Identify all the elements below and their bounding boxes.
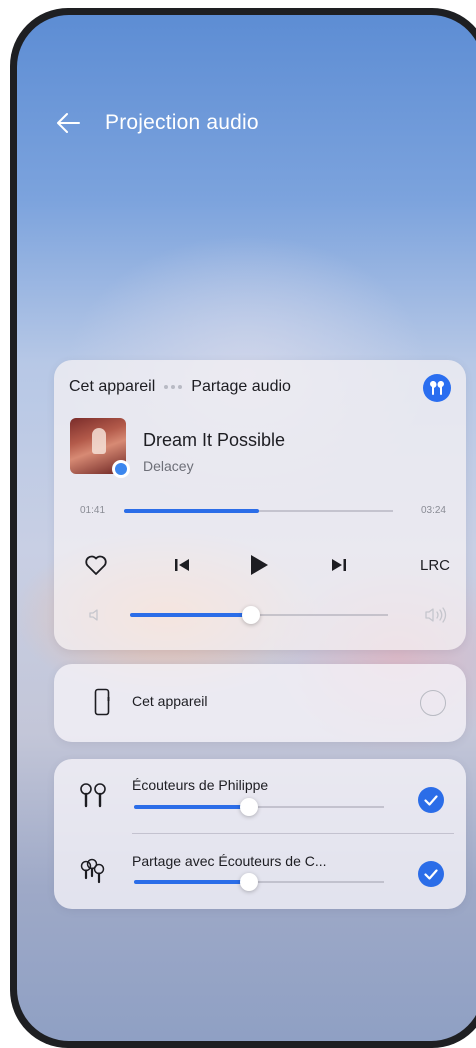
playback-controls: LRC [54, 550, 466, 580]
checkmark-icon[interactable] [418, 861, 444, 887]
elapsed-time: 01:41 [80, 505, 106, 516]
play-icon[interactable] [249, 550, 269, 580]
device-radio[interactable] [420, 690, 446, 716]
back-arrow-icon[interactable] [55, 112, 81, 134]
skip-next-icon[interactable] [331, 550, 347, 580]
music-app-icon [112, 460, 130, 478]
page-title: Projection audio [105, 111, 259, 134]
volume-control [54, 605, 466, 625]
volume-high-icon [425, 607, 447, 623]
total-time: 03:24 [420, 505, 446, 516]
phone-icon [94, 688, 110, 716]
output-volume-slider[interactable] [134, 798, 384, 816]
output-label: Partage avec Écouteurs de C... [132, 853, 327, 869]
audio-route: Cet appareil Partage audio [69, 378, 291, 396]
screen: Projection audio Cet appareil Partage au… [17, 15, 476, 1041]
earbuds-icon [80, 783, 106, 808]
route-dots-icon [164, 385, 183, 389]
output-volume-thumb[interactable] [240, 873, 258, 891]
heart-outline-icon[interactable] [84, 550, 108, 580]
output-volume-thumb[interactable] [240, 798, 258, 816]
divider [132, 833, 454, 834]
volume-slider[interactable] [130, 606, 388, 624]
phone-frame: Projection audio Cet appareil Partage au… [10, 8, 476, 1048]
route-source[interactable]: Cet appareil [69, 378, 155, 396]
device-option-card[interactable]: Cet appareil [54, 664, 466, 742]
now-playing-card: Cet appareil Partage audio Dream It Poss… [54, 360, 466, 650]
volume-fill [130, 613, 252, 617]
output-volume-slider[interactable] [134, 873, 384, 891]
song-artist: Delacey [143, 458, 194, 474]
header: Projection audio [55, 111, 259, 135]
album-art[interactable] [70, 418, 130, 478]
volume-thumb[interactable] [242, 606, 261, 624]
song-title: Dream It Possible [143, 430, 286, 450]
volume-low-icon [89, 609, 98, 621]
output-row[interactable]: Écouteurs de Philippe [54, 759, 466, 829]
output-volume-fill [134, 880, 249, 884]
device-label: Cet appareil [132, 693, 208, 709]
output-row[interactable]: Partage avec Écouteurs de C... [54, 839, 466, 909]
progress-bar[interactable] [124, 509, 393, 513]
skip-previous-icon[interactable] [174, 550, 190, 580]
shared-earbuds-icon [80, 858, 105, 884]
progress-fill [124, 509, 259, 513]
lyrics-button[interactable]: LRC [420, 550, 450, 580]
output-volume-fill [134, 805, 249, 809]
earbuds-card: Écouteurs de Philippe Partage avec Écout… [54, 759, 466, 909]
route-target[interactable]: Partage audio [191, 378, 291, 396]
output-label: Écouteurs de Philippe [132, 777, 269, 793]
earbuds-badge-icon[interactable] [423, 374, 451, 402]
checkmark-icon[interactable] [418, 787, 444, 813]
